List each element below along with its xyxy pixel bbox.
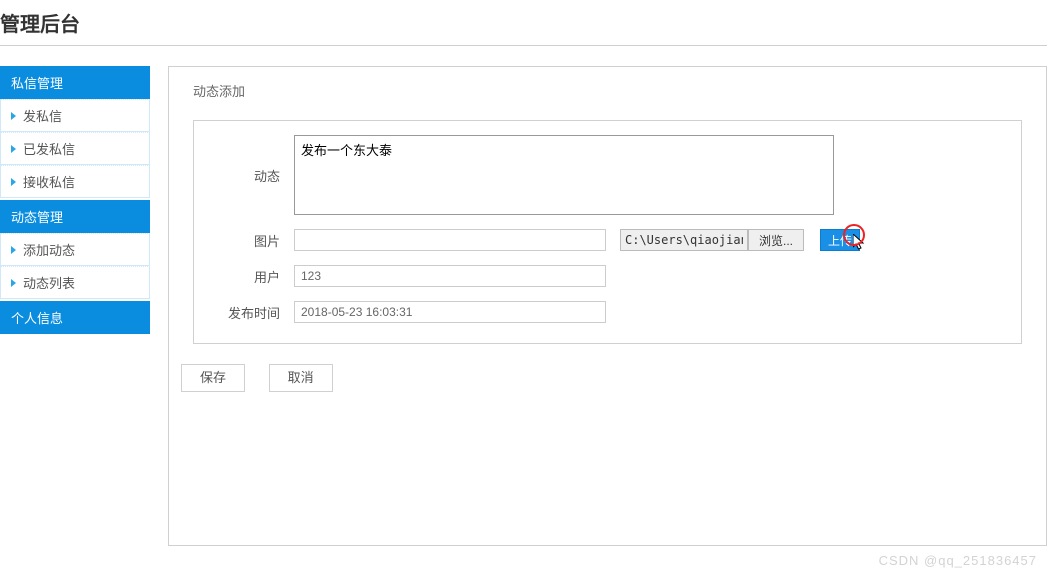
sidebar-header-messages: 私信管理 <box>0 66 150 99</box>
browse-button[interactable]: 浏览... <box>748 229 804 251</box>
dynamic-label: 动态 <box>194 166 294 185</box>
panel-title: 动态添加 <box>169 67 1046 110</box>
image-label: 图片 <box>194 231 294 250</box>
save-button[interactable]: 保存 <box>181 364 245 392</box>
image-input[interactable] <box>294 229 606 251</box>
watermark: CSDN @qq_251836457 <box>879 553 1037 568</box>
upload-button[interactable]: 上传 <box>820 229 860 251</box>
sidebar-header-dynamic: 动态管理 <box>0 200 150 233</box>
cancel-button[interactable]: 取消 <box>269 364 333 392</box>
user-input[interactable] <box>294 265 606 287</box>
sidebar-item-send-msg[interactable]: 发私信 <box>0 99 150 132</box>
main-panel: 动态添加 动态 发布一个东大泰 图片 浏览... 上传 <box>168 66 1047 546</box>
time-input[interactable] <box>294 301 606 323</box>
sidebar: 私信管理 发私信 已发私信 接收私信 动态管理 添加动态 动态列表 个人信息 <box>0 66 150 546</box>
sidebar-header-profile: 个人信息 <box>0 301 150 334</box>
sidebar-item-sent-msg[interactable]: 已发私信 <box>0 132 150 165</box>
file-path-display <box>620 229 748 251</box>
cursor-icon <box>853 234 869 252</box>
user-label: 用户 <box>194 267 294 286</box>
dynamic-textarea[interactable]: 发布一个东大泰 <box>294 135 834 215</box>
form: 动态 发布一个东大泰 图片 浏览... 上传 <box>193 120 1022 344</box>
sidebar-item-list-dynamic[interactable]: 动态列表 <box>0 266 150 299</box>
page-title: 管理后台 <box>0 0 1047 46</box>
upload-button-label: 上传 <box>828 234 852 248</box>
sidebar-item-add-dynamic[interactable]: 添加动态 <box>0 233 150 266</box>
sidebar-item-recv-msg[interactable]: 接收私信 <box>0 165 150 198</box>
time-label: 发布时间 <box>194 303 294 322</box>
